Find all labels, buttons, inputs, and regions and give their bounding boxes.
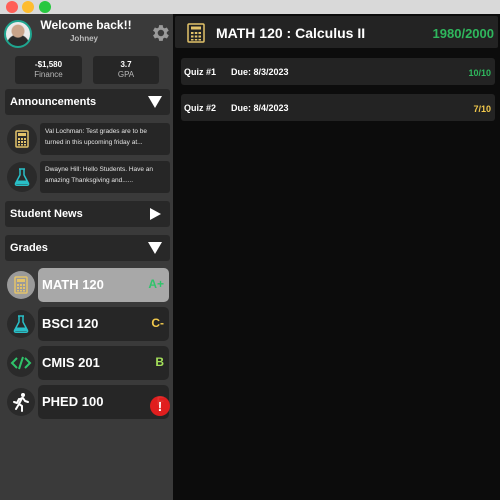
- quiz-due-date: Due: 8/3/2023: [231, 67, 289, 77]
- course-card[interactable]: CMIS 201 B: [38, 346, 169, 380]
- calculator-icon: [187, 23, 205, 43]
- quiz-row[interactable]: Quiz #2 Due: 8/4/2023 7/10: [181, 94, 495, 121]
- course-grade: B: [155, 355, 164, 369]
- course-grade: C-: [151, 316, 164, 330]
- quiz-due-date: Due: 8/4/2023: [231, 103, 289, 113]
- chevron-down-icon: [148, 242, 162, 254]
- announcement-text: Val Lochman: Test grades are to be turne…: [40, 123, 170, 155]
- course-grade: F: [156, 394, 164, 408]
- grade-row-math120[interactable]: MATH 120 A+: [5, 268, 170, 302]
- course-points: 1980/2000: [432, 26, 494, 41]
- announcements-title: Announcements: [10, 96, 97, 108]
- close-window-button[interactable]: [6, 1, 18, 13]
- grade-row-phed100[interactable]: PHED 100 ! F: [5, 385, 170, 419]
- chevron-down-icon: [148, 96, 162, 108]
- running-icon: [7, 388, 35, 416]
- flask-icon: [7, 162, 37, 192]
- course-header: MATH 120 : Calculus II 1980/2000: [175, 16, 498, 48]
- calculator-icon: [7, 271, 35, 299]
- profile-header: Welcome back!! Johney: [0, 14, 173, 54]
- avatar[interactable]: [4, 20, 32, 48]
- course-card[interactable]: BSCI 120 C-: [38, 307, 169, 341]
- grade-row-bsci120[interactable]: BSCI 120 C-: [5, 307, 170, 341]
- flask-icon: [7, 310, 35, 338]
- course-name: PHED 100: [42, 394, 104, 409]
- course-name: MATH 120: [42, 277, 104, 292]
- gpa-label: GPA: [117, 70, 135, 79]
- student-news-header[interactable]: Student News: [5, 201, 170, 227]
- calculator-icon: [7, 124, 37, 154]
- window-titlebar: [0, 0, 500, 14]
- sidebar: Welcome back!! Johney -$1,580 Finance 3.…: [0, 14, 173, 500]
- quiz-name: Quiz #2: [184, 103, 217, 113]
- course-name: BSCI 120: [42, 316, 99, 331]
- chevron-right-icon: [150, 208, 161, 220]
- finance-value: -$1,580: [34, 60, 63, 69]
- announcement-text: Dwayne Hill: Hello Students. Have an ama…: [40, 161, 170, 193]
- gpa-stat[interactable]: 3.7 GPA: [93, 56, 159, 84]
- course-title: MATH 120 : Calculus II: [216, 25, 366, 41]
- course-name: CMIS 201: [42, 355, 100, 370]
- minimize-window-button[interactable]: [22, 1, 34, 13]
- announcement-item[interactable]: Dwayne Hill: Hello Students. Have an ama…: [5, 161, 170, 193]
- grades-title: Grades: [10, 242, 48, 254]
- announcement-item[interactable]: Val Lochman: Test grades are to be turne…: [5, 123, 170, 155]
- finance-label: Finance: [34, 70, 63, 79]
- course-detail-panel: MATH 120 : Calculus II 1980/2000 Quiz #1…: [173, 14, 500, 500]
- finance-stat[interactable]: -$1,580 Finance: [15, 56, 82, 84]
- maximize-window-button[interactable]: [39, 1, 51, 13]
- quiz-name: Quiz #1: [184, 67, 217, 77]
- student-news-title: Student News: [10, 208, 83, 220]
- quiz-score: 10/10: [468, 68, 491, 78]
- grade-row-cmis201[interactable]: CMIS 201 B: [5, 346, 170, 380]
- code-icon: [7, 349, 35, 377]
- course-card[interactable]: MATH 120 A+: [38, 268, 169, 302]
- username: Johney: [69, 34, 98, 43]
- quiz-score: 7/10: [473, 104, 491, 114]
- gear-icon[interactable]: [149, 22, 171, 44]
- announcements-header[interactable]: Announcements: [5, 89, 170, 115]
- gpa-value: 3.7: [120, 60, 132, 69]
- grades-header[interactable]: Grades: [5, 235, 170, 261]
- quiz-row[interactable]: Quiz #1 Due: 8/3/2023 10/10: [181, 58, 495, 85]
- course-grade: A+: [148, 277, 164, 291]
- course-card[interactable]: PHED 100 ! F: [38, 385, 170, 419]
- welcome-text: Welcome back!!: [40, 18, 132, 32]
